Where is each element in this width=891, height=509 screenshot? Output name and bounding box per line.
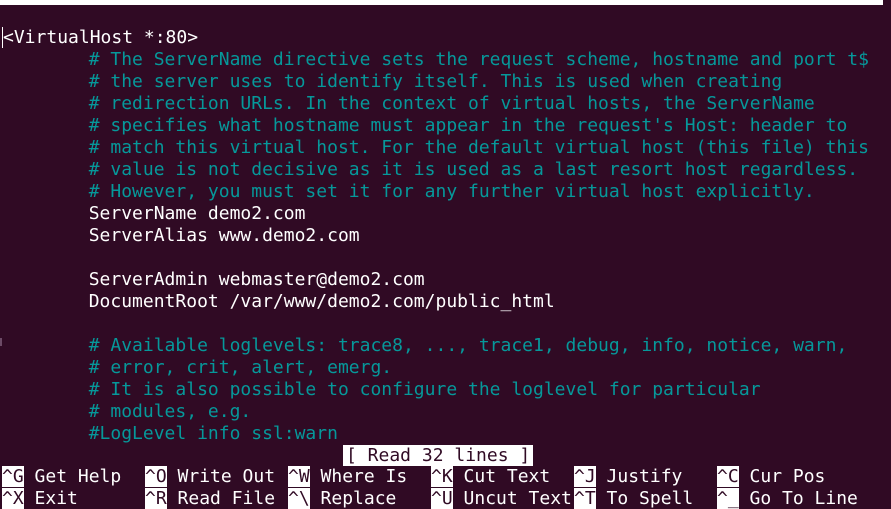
code-line[interactable]: DocumentRoot /var/www/demo2.com/public_h… bbox=[2, 291, 891, 313]
shortcut-key: ^G bbox=[2, 466, 24, 487]
shortcut-where-is[interactable]: ^W Where Is bbox=[288, 466, 407, 488]
shortcut-key: ^K bbox=[431, 466, 453, 487]
shortcut-bar: ^G Get Help ^O Write Out ^W Where Is ^K Cut… bbox=[2, 466, 891, 509]
comment-line[interactable]: # value is not decisive as it is used as… bbox=[2, 159, 891, 181]
shortcut-justify[interactable]: ^J Justify bbox=[574, 466, 682, 488]
shortcut-uncut-text[interactable]: ^U Uncut Text bbox=[431, 488, 572, 509]
shortcut-key: ^T bbox=[574, 488, 596, 509]
code-line[interactable] bbox=[2, 247, 891, 269]
shortcut-key: ^R bbox=[145, 488, 167, 509]
shortcut-label: Write Out bbox=[166, 466, 276, 487]
comment-line[interactable]: # modules, e.g. bbox=[2, 401, 891, 423]
scroll-marker bbox=[0, 338, 2, 346]
shortcut-key: ^W bbox=[288, 466, 310, 487]
comment-line[interactable]: # the server uses to identify itself. Th… bbox=[2, 71, 891, 93]
code-line[interactable]: ServerAdmin webmaster@demo2.com bbox=[2, 269, 891, 291]
line-text: VirtualHost *:80> bbox=[13, 27, 199, 48]
shortcut-go-to-line[interactable]: ^_ Go To Line bbox=[717, 488, 858, 509]
comment-line[interactable]: # It is also possible to configure the l… bbox=[2, 379, 891, 401]
shortcut-label: Justify bbox=[595, 466, 683, 487]
shortcut-key: ^X bbox=[2, 488, 24, 509]
comment-line[interactable]: # error, crit, alert, emerg. bbox=[2, 357, 891, 379]
shortcut-label: Cut Text bbox=[452, 466, 551, 487]
editor-area[interactable]: <VirtualHost *:80> # The ServerName dire… bbox=[2, 27, 891, 445]
shortcut-label: Where Is bbox=[309, 466, 408, 487]
shortcut-exit[interactable]: ^X Exit bbox=[2, 488, 78, 509]
shortcut-to-spell[interactable]: ^T To Spell bbox=[574, 488, 693, 509]
status-message: [ Read 32 lines ] bbox=[343, 445, 534, 466]
shortcut-label: Read File bbox=[166, 488, 276, 509]
shortcut-label: Cur Pos bbox=[738, 466, 826, 487]
code-line[interactable]: ServerName demo2.com bbox=[2, 203, 891, 225]
comment-line[interactable]: # redirection URLs. In the context of vi… bbox=[2, 93, 891, 115]
shortcut-label: To Spell bbox=[595, 488, 694, 509]
shortcut-replace[interactable]: ^\ Replace bbox=[288, 488, 396, 509]
shortcut-key: ^_ bbox=[717, 488, 739, 509]
shortcut-read-file[interactable]: ^R Read File bbox=[145, 488, 275, 509]
comment-line[interactable]: # The ServerName directive sets the requ… bbox=[2, 49, 891, 71]
comment-line[interactable]: # match this virtual host. For the defau… bbox=[2, 137, 891, 159]
comment-line[interactable]: # specifies what hostname must appear in… bbox=[2, 115, 891, 137]
shortcut-label: Replace bbox=[309, 488, 397, 509]
shortcut-key: ^C bbox=[717, 466, 739, 487]
text-cursor: < bbox=[2, 27, 14, 48]
code-line[interactable] bbox=[2, 313, 891, 335]
comment-line[interactable]: # However, you must set it for any furth… bbox=[2, 181, 891, 203]
shortcut-label: Uncut Text bbox=[452, 488, 572, 509]
shortcut-cut-text[interactable]: ^K Cut Text bbox=[431, 466, 550, 488]
shortcut-label: Exit bbox=[23, 488, 78, 509]
shortcut-key: ^\ bbox=[288, 488, 310, 509]
shortcut-cur-pos[interactable]: ^C Cur Pos bbox=[717, 466, 825, 488]
shortcut-key: ^J bbox=[574, 466, 596, 487]
code-line[interactable]: <VirtualHost *:80> bbox=[2, 27, 891, 49]
shortcut-key: ^U bbox=[431, 488, 453, 509]
shortcut-write-out[interactable]: ^O Write Out bbox=[145, 466, 275, 488]
title-bar bbox=[0, 0, 883, 5]
code-line[interactable]: ServerAlias www.demo2.com bbox=[2, 225, 891, 247]
shortcut-label: Get Help bbox=[23, 466, 122, 487]
comment-line[interactable]: # Available loglevels: trace8, ..., trac… bbox=[2, 335, 891, 357]
shortcut-key: ^O bbox=[145, 466, 167, 487]
shortcut-label: Go To Line bbox=[738, 488, 858, 509]
comment-line[interactable]: #LogLevel info ssl:warn bbox=[2, 423, 891, 445]
shortcut-get-help[interactable]: ^G Get Help bbox=[2, 466, 121, 488]
